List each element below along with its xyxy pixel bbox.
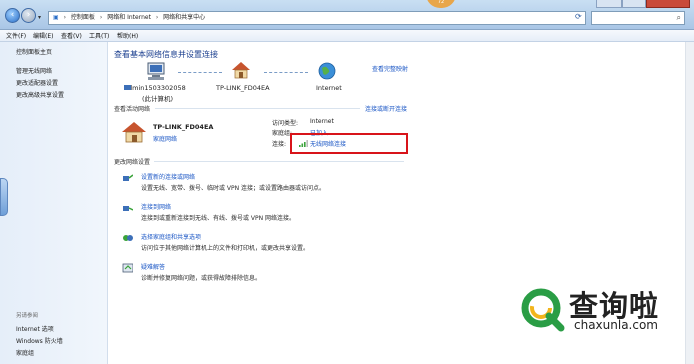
menu-view[interactable]: 查看(V) [61, 31, 82, 40]
see-also-heading: 另请参阅 [16, 313, 39, 319]
connect-disconnect-link[interactable]: 连接或断开连接 [365, 104, 407, 113]
page-title: 查看基本网络信息并设置连接 [114, 50, 218, 59]
troubleshoot-icon [122, 263, 133, 273]
scrollbar[interactable] [685, 42, 694, 364]
breadcrumb-control-panel[interactable]: 控制面板 [71, 14, 95, 21]
breadcrumb-network-sharing-center[interactable]: 网络和共享中心 [163, 14, 205, 21]
close-button[interactable] [646, 0, 690, 8]
home-network-icon [122, 122, 146, 143]
active-network-name: TP-LINK_FD04EA [153, 123, 214, 131]
search-input[interactable]: ⌕ [591, 11, 685, 25]
sidebar-item-homegroup[interactable]: 家庭组 [16, 348, 34, 357]
new-connection-icon [123, 174, 133, 181]
view-full-map-link[interactable]: 查看完整映射 [372, 64, 408, 73]
connection-line-1 [178, 72, 222, 73]
breadcrumb-network-internet[interactable]: 网络和 Internet [107, 14, 151, 21]
title-bar: ‹ › ▾ ▣ › 控制面板 › 网络和 Internet › 网络和共享中心 … [0, 0, 694, 30]
active-networks-heading: 查看活动网络 [114, 106, 151, 113]
sidebar-item-control-panel-home[interactable]: 控制面板主页 [16, 47, 52, 56]
maximize-button[interactable] [622, 0, 646, 8]
sidebar-item-advanced-sharing[interactable]: 更改高级共享设置 [16, 90, 64, 99]
menu-bar: 文件(F) 编辑(E) 查看(V) 工具(T) 帮助(H) [0, 30, 694, 42]
notification-badge: 72 [426, 0, 456, 8]
computer-badge-icon [124, 85, 131, 90]
network-type-link[interactable]: 家庭网络 [153, 134, 177, 143]
side-panel-handle[interactable] [0, 178, 8, 216]
globe-icon [318, 62, 336, 80]
forward-button[interactable]: › [21, 8, 36, 23]
menu-edit[interactable]: 编辑(E) [33, 31, 53, 40]
task-setup-new-connection-desc: 设置无线、宽带、拨号、临时或 VPN 连接；或设置路由器或访问点。 [141, 185, 326, 192]
task-homegroup-sharing[interactable]: 选择家庭组和共享选项 [141, 232, 201, 241]
access-type-value: Internet [310, 118, 334, 125]
connect-network-icon [123, 206, 133, 211]
menu-tools[interactable]: 工具(T) [89, 31, 109, 40]
watermark-logo-icon [521, 288, 565, 332]
house-icon [232, 62, 250, 79]
access-type-label: 访问类型: [272, 120, 299, 127]
control-panel-icon: ▣ [53, 14, 59, 21]
task-setup-new-connection[interactable]: 设置新的连接或网络 [141, 172, 195, 181]
highlight-box [290, 133, 408, 154]
watermark-url: chaxunla.com [574, 318, 658, 332]
computer-name: admin1503302058 [124, 84, 186, 92]
task-connect-network-desc: 连接到或重新连接到无线、有线、拨号或 VPN 网络连接。 [141, 215, 296, 222]
connection-line-2 [264, 72, 308, 73]
sidebar-item-adapter-settings[interactable]: 更改适配器设置 [16, 78, 58, 87]
back-button[interactable]: ‹ [5, 8, 20, 23]
computer-sub: (此计算机) [142, 95, 174, 103]
network-name: TP-LINK_FD04EA [216, 84, 270, 92]
computer-icon [147, 62, 165, 80]
task-troubleshoot-desc: 诊断并修复网络问题，或获得故障排除信息。 [141, 275, 262, 282]
minimize-button[interactable] [596, 0, 622, 8]
homegroup-sharing-icon [123, 235, 133, 241]
task-homegroup-sharing-desc: 访问位于其他网络计算机上的文件和打印机，或更改共享设置。 [141, 245, 310, 252]
sidebar-item-manage-wireless[interactable]: 管理无线网络 [16, 66, 52, 75]
recent-pages-chevron-icon[interactable]: ▾ [38, 14, 41, 21]
sidebar-item-windows-firewall[interactable]: Windows 防火墙 [16, 336, 63, 345]
divider [155, 108, 360, 109]
menu-file[interactable]: 文件(F) [6, 31, 26, 40]
address-bar[interactable]: ▣ › 控制面板 › 网络和 Internet › 网络和共享中心 [48, 11, 586, 25]
menu-help[interactable]: 帮助(H) [117, 31, 138, 40]
change-settings-heading: 更改网络设置 [114, 159, 151, 166]
search-icon: ⌕ [676, 13, 681, 22]
connection-label: 连接: [272, 141, 287, 148]
divider [154, 161, 404, 162]
task-troubleshoot[interactable]: 疑难解答 [141, 262, 165, 271]
task-connect-network[interactable]: 连接到网络 [141, 202, 171, 211]
internet-label: Internet [316, 84, 342, 92]
refresh-icon[interactable]: ⟳ [575, 12, 582, 21]
sidebar-item-internet-options[interactable]: Internet 选项 [16, 324, 54, 333]
